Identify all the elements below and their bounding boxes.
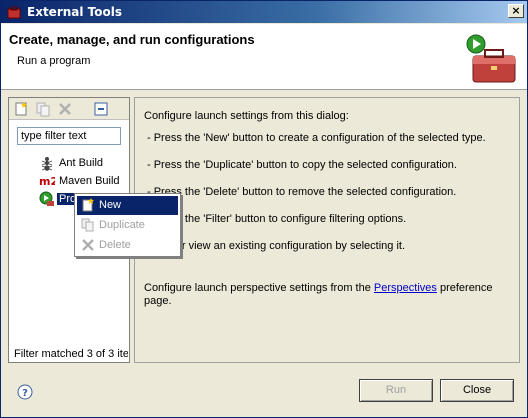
context-menu: New Duplicate Delete xyxy=(74,193,181,257)
help-line-duplicate: - Press the 'Duplicate' button to copy t… xyxy=(147,159,457,171)
tools-icon xyxy=(7,6,21,19)
new-config-icon xyxy=(82,198,94,212)
menu-item-delete[interactable]: Delete xyxy=(77,236,178,255)
perspective-text-post: preference xyxy=(439,282,493,294)
filter-input[interactable] xyxy=(17,127,121,145)
page-title: Create, manage, and run configurations xyxy=(9,32,255,47)
svg-text:m2: m2 xyxy=(39,175,55,188)
help-line-edit: - Edit or view an existing configuration… xyxy=(147,240,406,252)
title-bar[interactable]: External Tools × xyxy=(1,1,527,23)
help-line-delete: - Press the 'Delete' button to remove th… xyxy=(147,186,457,198)
delete-config-icon[interactable] xyxy=(57,101,73,117)
window-title: External Tools xyxy=(27,5,122,19)
help-line-new: - Press the 'New' button to create a con… xyxy=(147,132,486,144)
close-button[interactable]: Close xyxy=(440,379,514,402)
perspectives-link[interactable]: Perspectives xyxy=(374,282,437,294)
menu-item-label: Delete xyxy=(99,239,131,251)
new-config-icon[interactable] xyxy=(13,101,29,117)
menu-item-label: New xyxy=(99,199,122,211)
config-info-panel: Configure launch settings from this dial… xyxy=(134,97,520,363)
ant-icon xyxy=(41,157,53,171)
tree-item-label: Maven Build xyxy=(59,175,120,187)
menu-item-duplicate[interactable]: Duplicate xyxy=(77,216,178,235)
close-icon[interactable]: × xyxy=(508,4,524,18)
page-subtitle: Run a program xyxy=(17,55,91,67)
duplicate-config-icon xyxy=(81,218,94,232)
collapse-all-icon[interactable] xyxy=(93,101,109,117)
program-icon xyxy=(39,191,54,206)
toolbox-icon xyxy=(466,34,516,83)
svg-text:?: ? xyxy=(22,388,28,399)
intro-text: Configure launch settings from this dial… xyxy=(144,110,349,122)
perspective-text-line2: page. xyxy=(144,295,172,307)
help-line-filter: - Press the 'Filter' button to configure… xyxy=(147,213,407,225)
button-bar: ? Run Close xyxy=(1,371,527,417)
delete-config-icon xyxy=(82,239,94,251)
run-button[interactable]: Run xyxy=(359,379,433,402)
perspective-text: Configure launch perspective settings fr… xyxy=(144,282,493,294)
perspective-text-pre: Configure launch perspective settings fr… xyxy=(144,282,371,294)
menu-item-label: Duplicate xyxy=(99,219,145,231)
tree-item-label: Ant Build xyxy=(59,157,104,169)
filter-status: Filter matched 3 of 3 items xyxy=(14,348,128,360)
left-toolbar xyxy=(9,98,129,120)
duplicate-config-icon[interactable] xyxy=(35,101,51,117)
dialog-header: Create, manage, and run configurations R… xyxy=(1,24,527,90)
help-icon[interactable]: ? xyxy=(17,384,33,400)
menu-item-new[interactable]: New xyxy=(77,196,178,215)
external-tools-dialog: External Tools × Create, manage, and run… xyxy=(0,0,528,418)
m2-icon: m2 xyxy=(39,175,55,188)
